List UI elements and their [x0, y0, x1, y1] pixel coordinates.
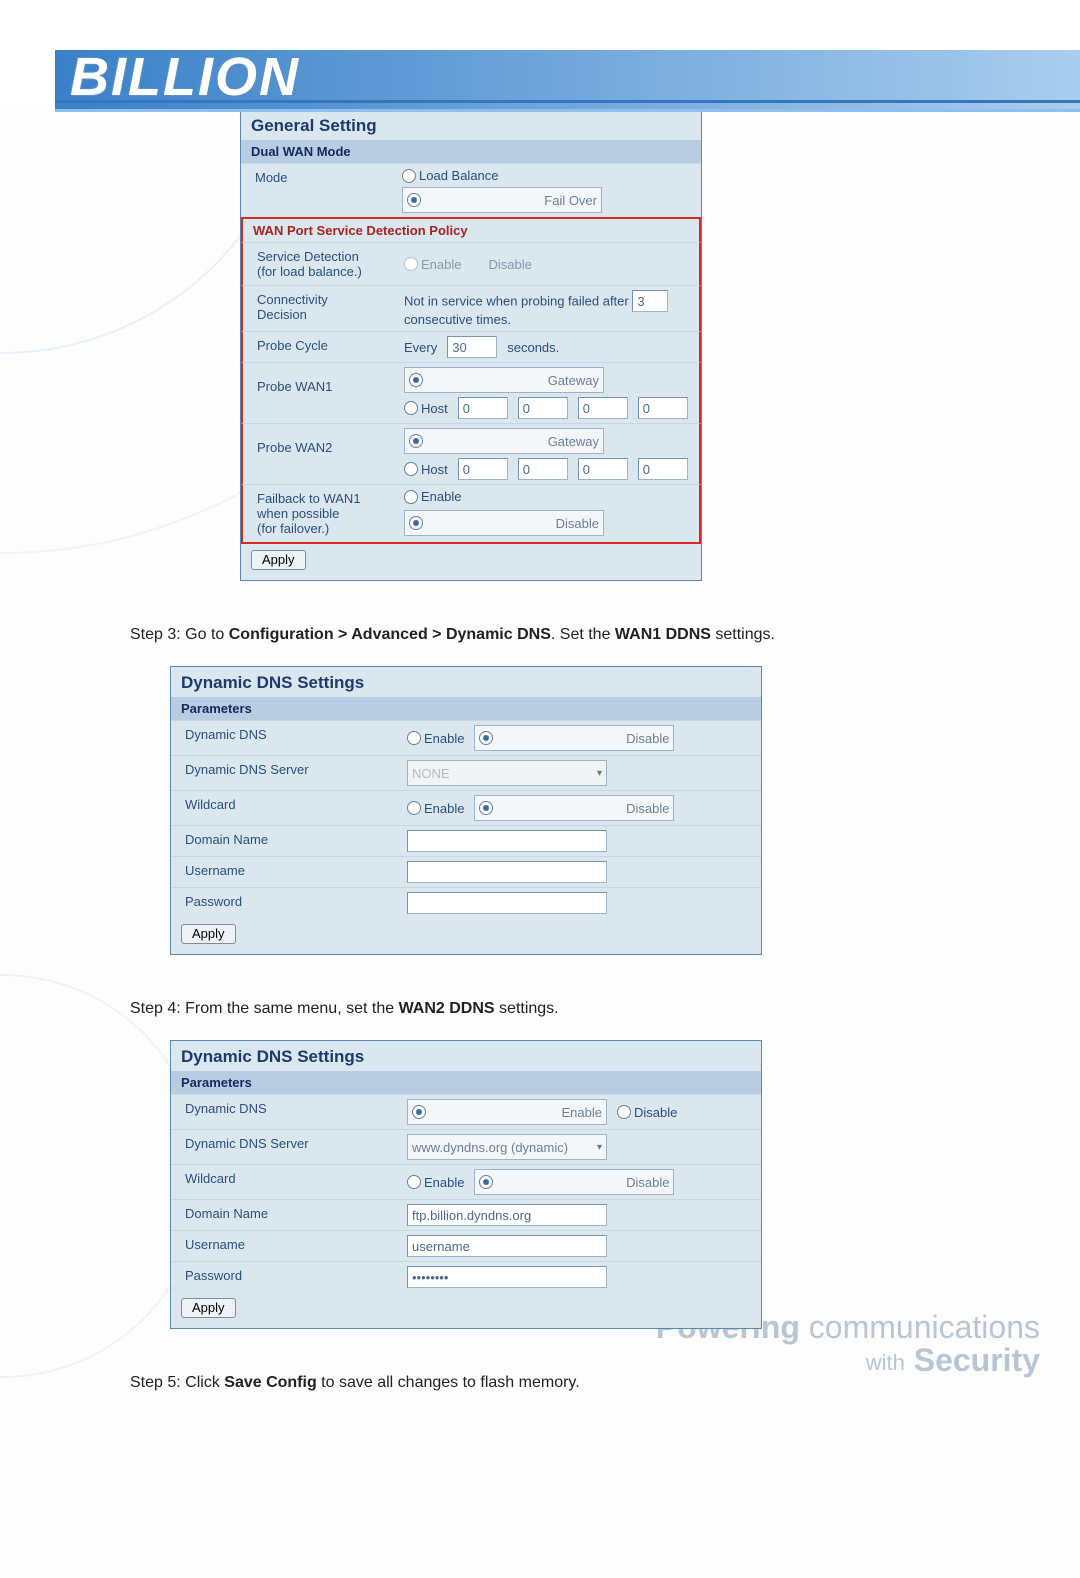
mode-fail-over-radio[interactable]: Fail Over: [402, 187, 602, 213]
probe-wan1-host-oct2[interactable]: [518, 397, 568, 419]
chevron-down-icon: ▾: [597, 1142, 602, 1153]
brand-banner: BILLION: [0, 50, 1080, 110]
general-setting-panel: General Setting Dual WAN Mode Mode Load …: [240, 109, 702, 581]
ddns1-panel: Dynamic DNS Settings Parameters Dynamic …: [170, 666, 762, 955]
step4-text: Step 4: From the same menu, set the WAN2…: [130, 995, 950, 1022]
ddns1-password-input[interactable]: [407, 892, 607, 914]
probe-wan2-host-oct3[interactable]: [578, 458, 628, 480]
ddns2-dynamic-dns-label: Dynamic DNS: [171, 1095, 401, 1129]
ddns1-server-select[interactable]: NONE ▾: [407, 760, 607, 786]
step3-text: Step 3: Go to Configuration > Advanced >…: [130, 621, 950, 648]
probe-wan2-label: Probe WAN2: [243, 424, 398, 484]
probe-wan1-gateway-radio[interactable]: Gateway: [404, 367, 604, 393]
ddns2-server-label: Dynamic DNS Server: [171, 1130, 401, 1164]
ddns2-wildcard-enable-radio[interactable]: Enable: [407, 1175, 464, 1190]
ddns2-wildcard-disable-radio[interactable]: Disable: [474, 1169, 674, 1195]
ddns2-title: Dynamic DNS Settings: [171, 1041, 761, 1071]
wan-port-policy-header: WAN Port Service Detection Policy: [241, 217, 701, 242]
ddns2-password-input[interactable]: [407, 1266, 607, 1288]
ddns2-wildcard-label: Wildcard: [171, 1165, 401, 1199]
failback-label: Failback to WAN1 when possible (for fail…: [243, 485, 398, 542]
service-detection-disable-radio[interactable]: Disable: [471, 257, 531, 272]
probe-wan2-host-oct1[interactable]: [458, 458, 508, 480]
chevron-down-icon: ▾: [597, 768, 602, 779]
brand-logo: BILLION: [70, 46, 300, 108]
ddns1-password-label: Password: [171, 888, 401, 918]
ddns1-wildcard-label: Wildcard: [171, 791, 401, 825]
ddns2-apply-button[interactable]: Apply: [181, 1298, 236, 1318]
ddns1-enable-radio[interactable]: Enable: [407, 731, 464, 746]
ddns1-username-label: Username: [171, 857, 401, 887]
probe-cycle-label: Probe Cycle: [243, 332, 398, 362]
probe-wan2-host-radio[interactable]: Host: [404, 462, 448, 477]
connectivity-decision-label: Connectivity Decision: [243, 286, 398, 331]
ddns2-server-select[interactable]: www.dyndns.org (dynamic) ▾: [407, 1134, 607, 1160]
ddns1-apply-button[interactable]: Apply: [181, 924, 236, 944]
mode-load-balance-radio[interactable]: Load Balance: [402, 168, 499, 183]
ddns1-title: Dynamic DNS Settings: [171, 667, 761, 697]
general-apply-button[interactable]: Apply: [251, 550, 306, 570]
connectivity-fail-count-input[interactable]: [632, 290, 668, 312]
probe-wan1-host-oct1[interactable]: [458, 397, 508, 419]
general-setting-title: General Setting: [241, 110, 701, 140]
ddns1-wildcard-disable-radio[interactable]: Disable: [474, 795, 674, 821]
ddns1-server-label: Dynamic DNS Server: [171, 756, 401, 790]
ddns1-params-header: Parameters: [171, 697, 761, 720]
ddns2-domain-input[interactable]: [407, 1204, 607, 1226]
ddns1-dynamic-dns-label: Dynamic DNS: [171, 721, 401, 755]
ddns2-params-header: Parameters: [171, 1071, 761, 1094]
dual-wan-mode-header: Dual WAN Mode: [241, 140, 701, 163]
step5-text: Step 5: Click Save Config to save all ch…: [130, 1369, 950, 1396]
ddns2-username-label: Username: [171, 1231, 401, 1261]
ddns2-enable-radio[interactable]: Enable: [407, 1099, 607, 1125]
service-detection-label: Service Detection (for load balance.): [243, 243, 398, 285]
failback-disable-radio[interactable]: Disable: [404, 510, 604, 536]
probe-wan1-label: Probe WAN1: [243, 363, 398, 423]
probe-wan2-host-oct2[interactable]: [518, 458, 568, 480]
ddns1-domain-label: Domain Name: [171, 826, 401, 856]
ddns2-username-input[interactable]: [407, 1235, 607, 1257]
failback-enable-radio[interactable]: Enable: [404, 489, 461, 504]
probe-wan2-gateway-radio[interactable]: Gateway: [404, 428, 604, 454]
probe-wan1-host-radio[interactable]: Host: [404, 401, 448, 416]
service-detection-enable-radio[interactable]: Enable: [404, 257, 461, 272]
ddns1-wildcard-enable-radio[interactable]: Enable: [407, 801, 464, 816]
ddns2-disable-radio[interactable]: Disable: [617, 1105, 677, 1120]
mode-label: Mode: [241, 164, 396, 217]
probe-wan2-host-oct4[interactable]: [638, 458, 688, 480]
ddns2-password-label: Password: [171, 1262, 401, 1292]
probe-cycle-input[interactable]: [447, 336, 497, 358]
ddns1-domain-input[interactable]: [407, 830, 607, 852]
ddns1-disable-radio[interactable]: Disable: [474, 725, 674, 751]
ddns2-domain-label: Domain Name: [171, 1200, 401, 1230]
probe-wan1-host-oct4[interactable]: [638, 397, 688, 419]
ddns1-username-input[interactable]: [407, 861, 607, 883]
ddns2-panel: Dynamic DNS Settings Parameters Dynamic …: [170, 1040, 762, 1329]
probe-wan1-host-oct3[interactable]: [578, 397, 628, 419]
